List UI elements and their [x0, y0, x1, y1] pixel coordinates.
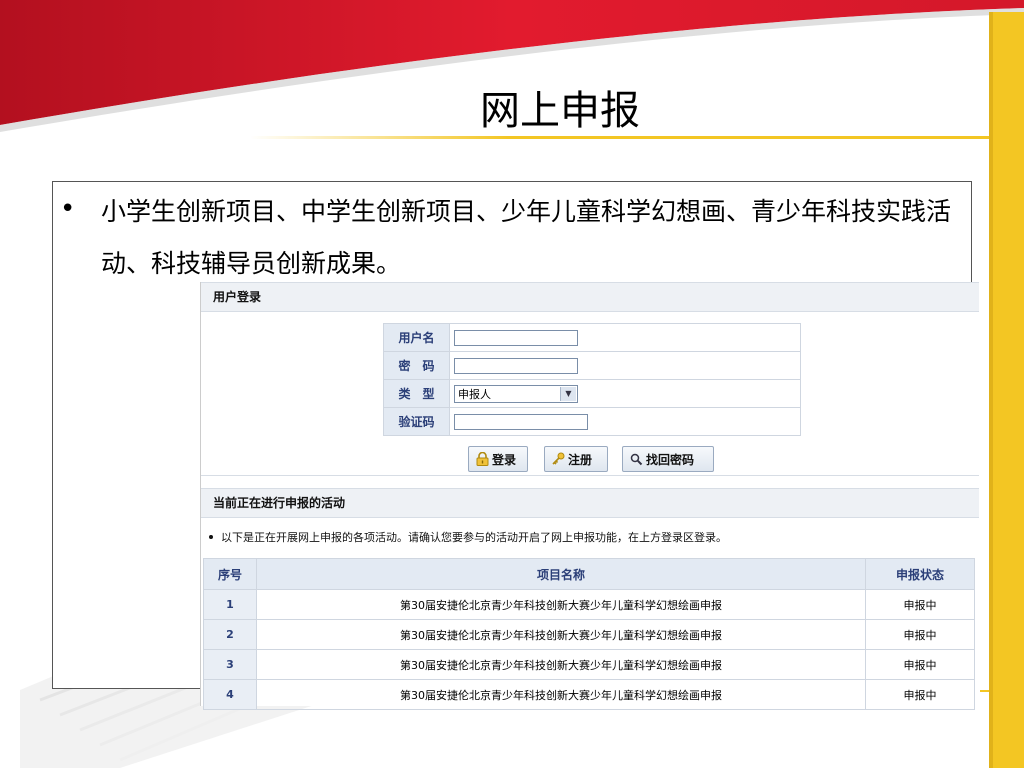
right-yellow-bar	[989, 12, 1024, 768]
row-status: 申报中	[865, 589, 975, 620]
password-input[interactable]	[454, 357, 578, 374]
type-label: 类 型	[383, 379, 450, 408]
row-status: 申报中	[865, 619, 975, 650]
activity-name-link[interactable]: 第30届安捷伦北京青少年科技创新大赛少年儿童科学幻想绘画申报	[256, 679, 866, 710]
table-row: 4 第30届安捷伦北京青少年科技创新大赛少年儿童科学幻想绘画申报 申报中	[203, 679, 975, 710]
column-header-no: 序号	[203, 558, 257, 590]
login-button[interactable]: 登录	[468, 446, 528, 472]
bullet-text: 小学生创新项目、中学生创新项目、少年儿童科学幻想画、青少年科技实践活动、科技辅导…	[101, 197, 952, 278]
table-row: 3 第30届安捷伦北京青少年科技创新大赛少年儿童科学幻想绘画申报 申报中	[203, 649, 975, 680]
type-select-value: 申报人	[458, 387, 491, 401]
lock-icon	[475, 452, 489, 466]
embedded-web-screenshot: 用户登录 用户名 密 码 类 型 申报人 ▼ 验证码 登录 注册 找回密码 当前…	[200, 282, 980, 710]
activity-name-link[interactable]: 第30届安捷伦北京青少年科技创新大赛少年儿童科学幻想绘画申报	[256, 589, 866, 620]
key-icon	[551, 452, 565, 466]
activity-name-link[interactable]: 第30届安捷伦北京青少年科技创新大赛少年儿童科学幻想绘画申报	[256, 619, 866, 650]
login-area: 用户名 密 码 类 型 申报人 ▼ 验证码 登录 注册 找回密码	[201, 312, 979, 476]
row-status: 申报中	[865, 679, 975, 710]
row-status: 申报中	[865, 649, 975, 680]
register-button[interactable]: 注册	[544, 446, 608, 472]
captcha-input[interactable]	[454, 413, 588, 430]
activity-name-link[interactable]: 第30届安捷伦北京青少年科技创新大赛少年儿童科学幻想绘画申报	[256, 649, 866, 680]
register-button-label: 注册	[568, 452, 593, 467]
activities-notice-text: 以下是正在开展网上申报的各项活动。请确认您要参与的活动开启了网上申报功能，在上方…	[221, 531, 727, 544]
row-number: 3	[203, 649, 257, 680]
login-form: 用户名 密 码 类 型 申报人 ▼ 验证码	[383, 323, 801, 436]
row-number: 1	[203, 589, 257, 620]
password-label: 密 码	[383, 351, 450, 380]
username-label: 用户名	[383, 323, 450, 352]
column-header-status: 申报状态	[865, 558, 975, 590]
login-button-label: 登录	[492, 452, 517, 467]
recover-password-button[interactable]: 找回密码	[622, 446, 714, 472]
search-icon	[629, 452, 643, 466]
activities-notice: 以下是正在开展网上申报的各项活动。请确认您要参与的活动开启了网上申报功能，在上方…	[209, 529, 727, 545]
title-underline	[250, 136, 990, 139]
captcha-label: 验证码	[383, 407, 450, 436]
row-number: 4	[203, 679, 257, 710]
table-row: 2 第30届安捷伦北京青少年科技创新大赛少年儿童科学幻想绘画申报 申报中	[203, 619, 975, 650]
bullet-marker: •	[60, 194, 76, 224]
slide-title: 网上申报	[480, 88, 640, 134]
activities-table: 序号 项目名称 申报状态 1 第30届安捷伦北京青少年科技创新大赛少年儿童科学幻…	[203, 558, 975, 710]
login-panel-header: 用户登录	[201, 282, 979, 312]
username-input[interactable]	[454, 329, 578, 346]
table-row: 1 第30届安捷伦北京青少年科技创新大赛少年儿童科学幻想绘画申报 申报中	[203, 589, 975, 620]
recover-password-button-label: 找回密码	[646, 452, 695, 467]
chevron-down-icon[interactable]: ▼	[560, 386, 576, 401]
notice-bullet	[209, 535, 213, 539]
column-header-name: 项目名称	[256, 558, 866, 590]
row-number: 2	[203, 619, 257, 650]
activities-panel-header: 当前正在进行申报的活动	[201, 488, 979, 518]
type-select[interactable]: 申报人 ▼	[454, 384, 578, 403]
